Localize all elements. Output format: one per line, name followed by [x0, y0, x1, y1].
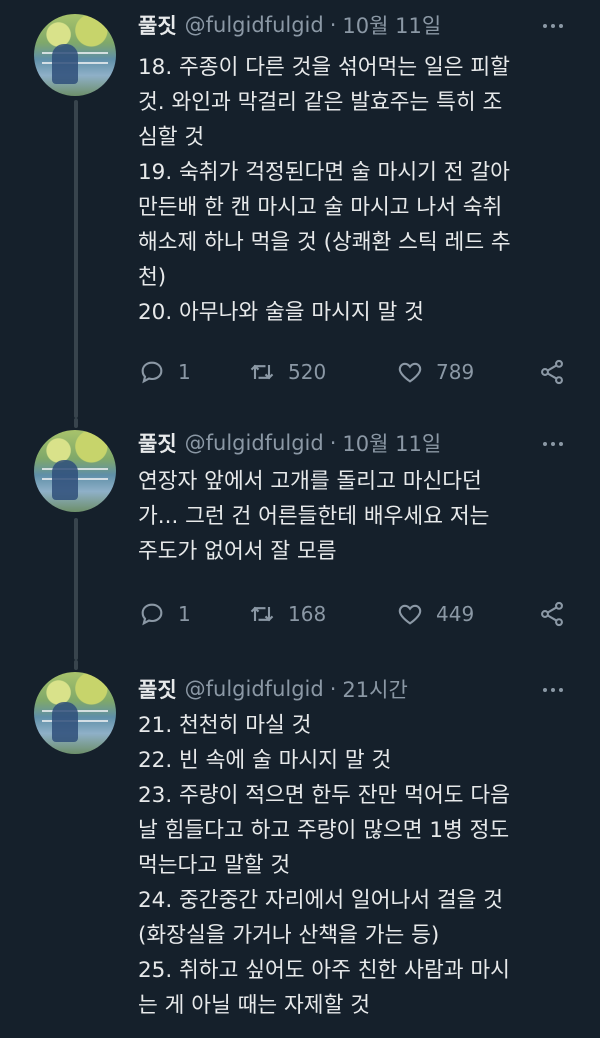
author-handle[interactable]: @fulgidfulgid: [185, 677, 324, 701]
author-name[interactable]: 풀짓: [138, 10, 177, 40]
separator: ·: [329, 13, 337, 37]
thread-line: [74, 660, 78, 670]
tweet-actions: 1 168 449: [138, 599, 578, 629]
timestamp[interactable]: 10월 11일: [342, 428, 441, 458]
retweet-icon: [250, 364, 274, 380]
more-icon[interactable]: [538, 678, 568, 702]
tweet-actions: 1 520 789: [138, 357, 578, 387]
tweet-header: 풀짓 @fulgidfulgid · 10월 11일: [138, 428, 441, 458]
retweet-count: 168: [288, 602, 327, 626]
tweet-header: 풀짓 @fulgidfulgid · 21시간: [138, 674, 408, 704]
like-button[interactable]: 789: [396, 357, 474, 387]
like-count: 789: [436, 360, 475, 384]
more-icon[interactable]: [538, 14, 568, 38]
retweet-icon: [250, 606, 274, 622]
separator: ·: [329, 677, 337, 701]
share-button[interactable]: [538, 357, 578, 387]
reply-icon: [141, 361, 163, 384]
separator: ·: [329, 431, 337, 455]
reply-count: 1: [178, 602, 191, 626]
share-button[interactable]: [538, 599, 578, 629]
tweet-text: 연장자 앞에서 고개를 돌리고 마신다던 가... 그런 건 어른들한테 배우세…: [138, 469, 490, 564]
timestamp[interactable]: 10월 11일: [342, 10, 441, 40]
like-button[interactable]: 449: [396, 599, 474, 629]
thread-line: [74, 100, 78, 418]
reply-icon: [141, 603, 163, 626]
timestamp[interactable]: 21시간: [342, 674, 407, 704]
share-icon: [541, 601, 563, 627]
share-icon: [541, 359, 563, 385]
tweet-3[interactable]: 풀짓 @fulgidfulgid · 21시간 21. 천천히 마실 것 22.…: [0, 660, 600, 1038]
retweet-button[interactable]: 520: [248, 357, 326, 387]
author-handle[interactable]: @fulgidfulgid: [185, 13, 324, 37]
reply-button[interactable]: 1: [138, 599, 191, 629]
more-icon[interactable]: [538, 432, 568, 456]
author-handle[interactable]: @fulgidfulgid: [185, 431, 324, 455]
thread-line: [74, 418, 78, 428]
retweet-count: 520: [288, 360, 327, 384]
author-name[interactable]: 풀짓: [138, 428, 177, 458]
author-name[interactable]: 풀짓: [138, 674, 177, 704]
tweet-1[interactable]: 풀짓 @fulgidfulgid · 10월 11일 18. 주종이 다른 것을…: [0, 0, 600, 418]
like-icon: [398, 604, 422, 625]
tweet-text: 21. 천천히 마실 것 22. 빈 속에 술 마시지 말 것 23. 주량이 …: [138, 713, 510, 1018]
like-count: 449: [436, 602, 475, 626]
retweet-button[interactable]: 168: [248, 599, 326, 629]
avatar[interactable]: [34, 14, 116, 96]
thread-line: [74, 518, 78, 660]
tweet-header: 풀짓 @fulgidfulgid · 10월 11일: [138, 10, 441, 40]
avatar[interactable]: [34, 430, 116, 512]
tweet-text: 18. 주종이 다른 것을 섞어먹는 일은 피할 것. 와인과 막걸리 같은 발…: [138, 55, 511, 325]
avatar[interactable]: [34, 672, 116, 754]
reply-button[interactable]: 1: [138, 357, 191, 387]
tweet-2[interactable]: 풀짓 @fulgidfulgid · 10월 11일 연장자 앞에서 고개를 돌…: [0, 418, 600, 660]
reply-count: 1: [178, 360, 191, 384]
like-icon: [398, 362, 422, 383]
